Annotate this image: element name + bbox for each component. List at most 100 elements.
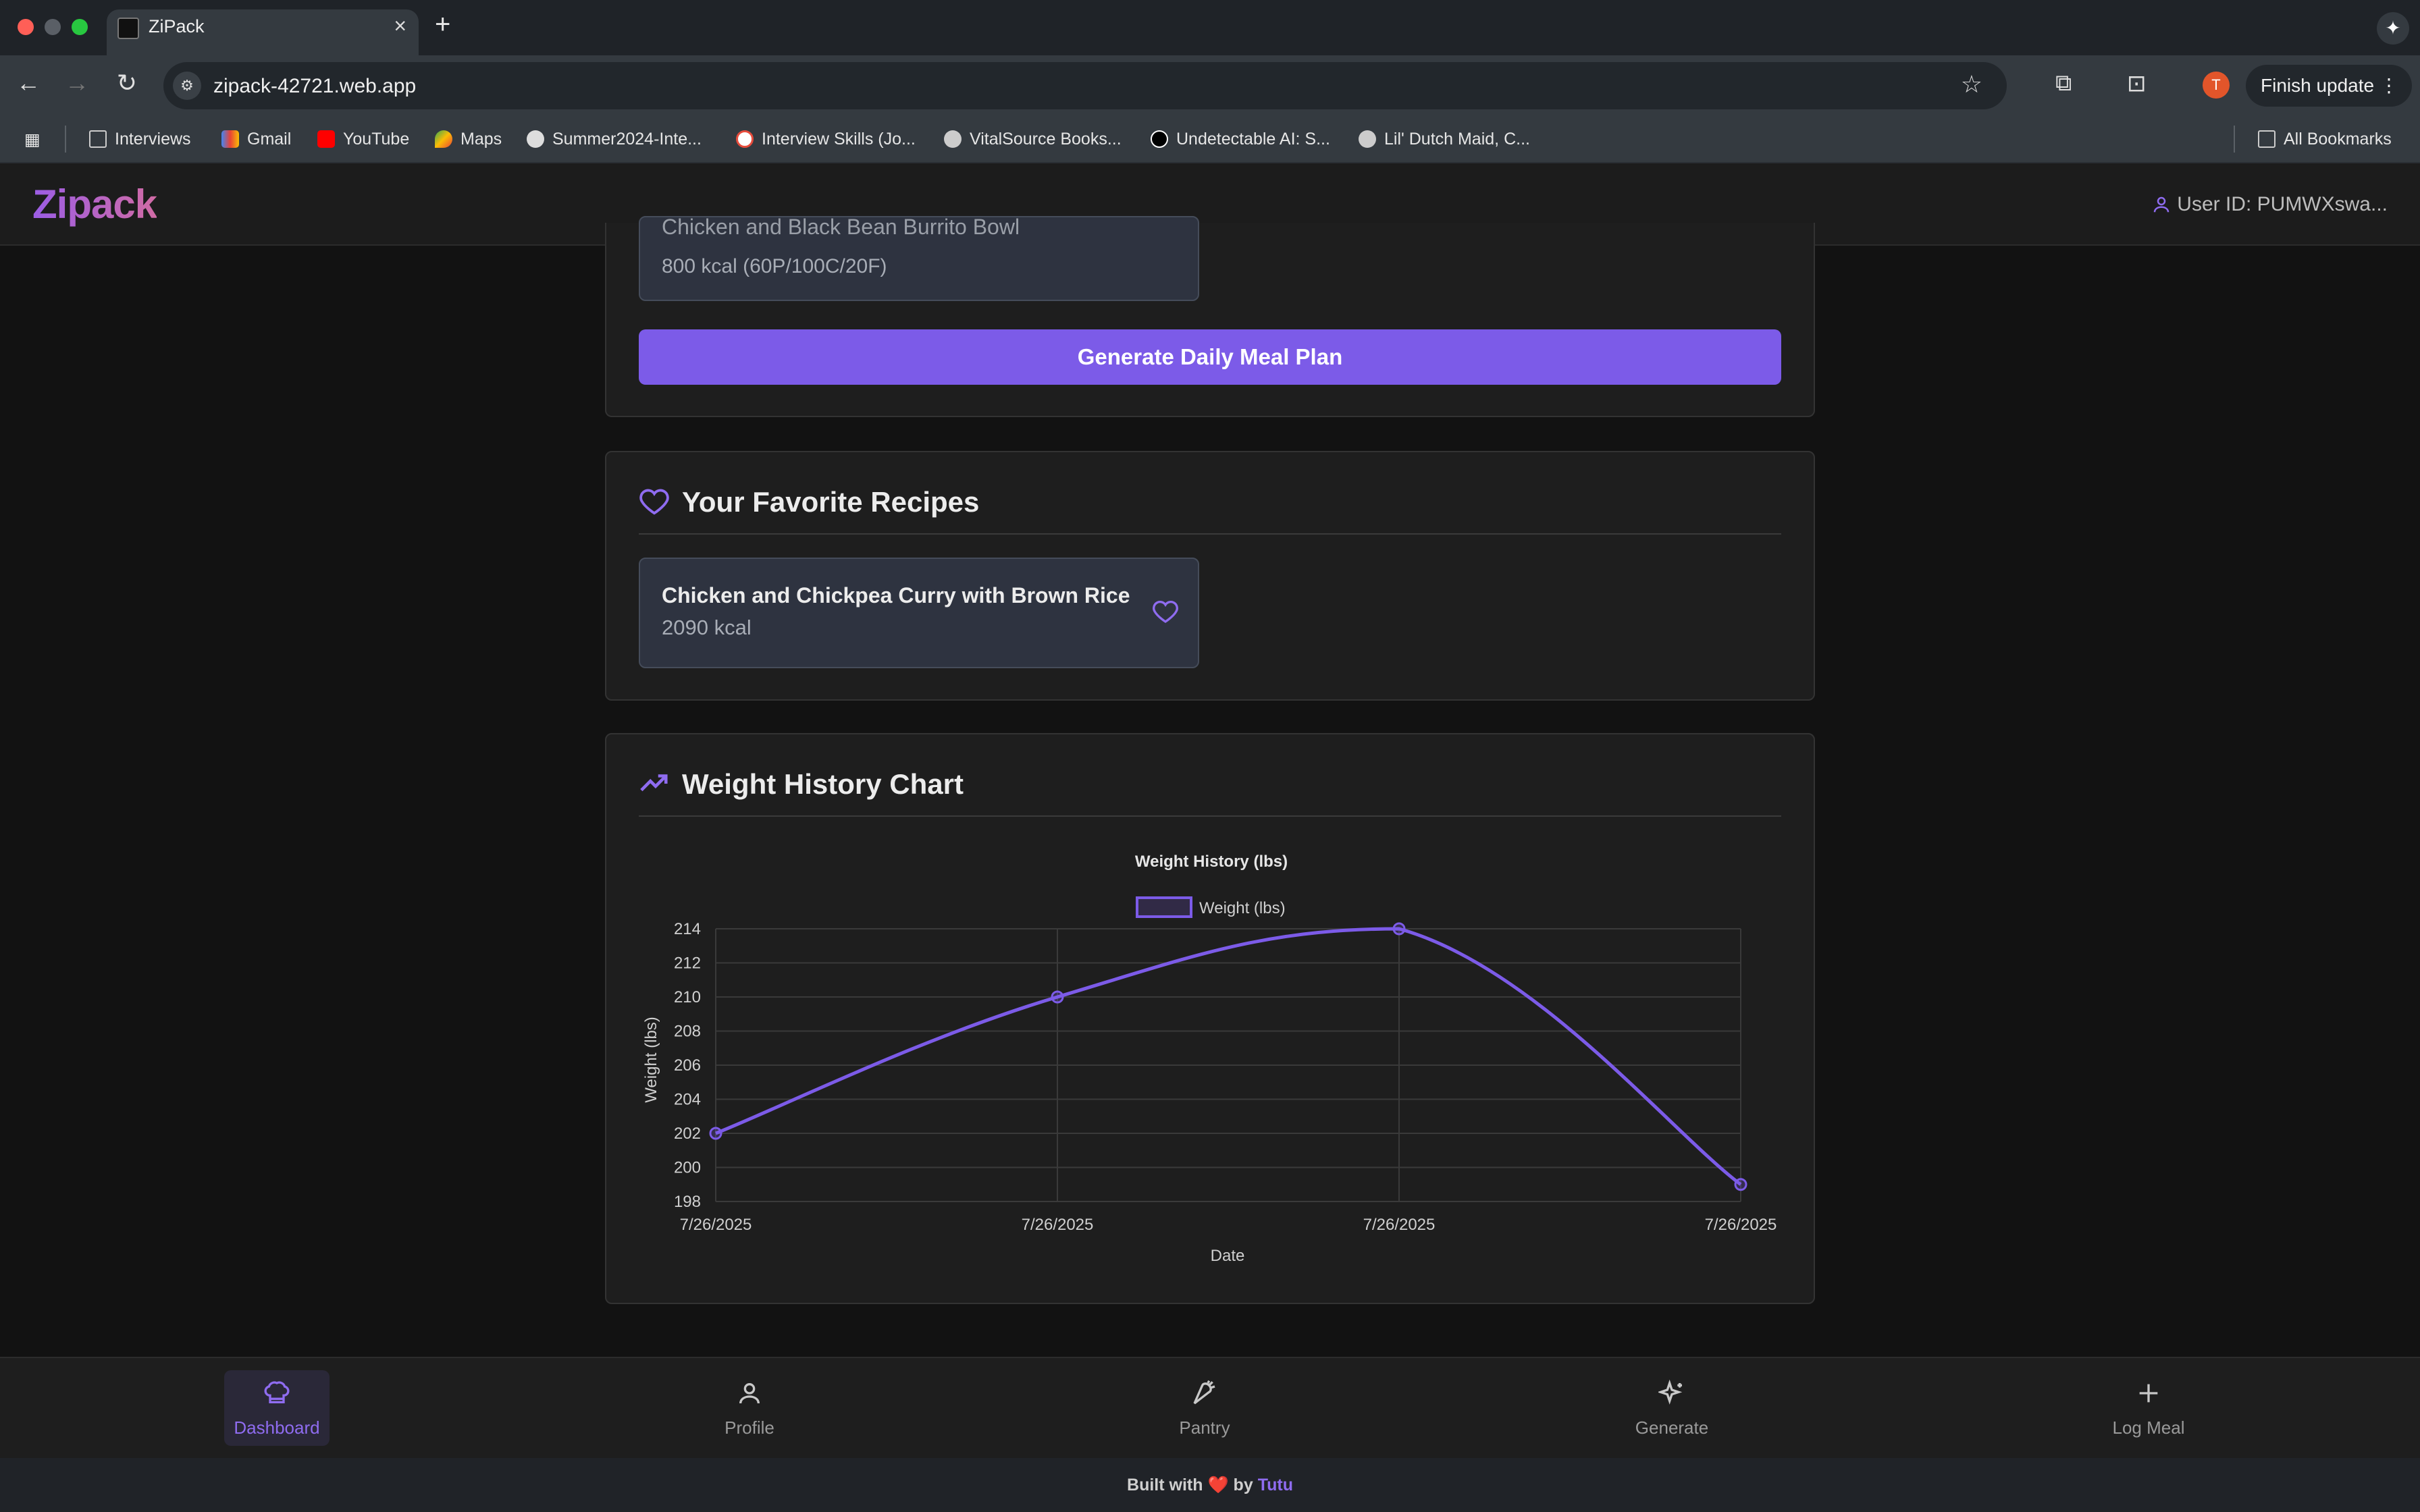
kebab-menu-icon[interactable]: ⋮ xyxy=(2379,65,2398,107)
gmail-icon xyxy=(221,130,239,148)
nav-profile[interactable]: Profile xyxy=(697,1370,802,1446)
y-tick-label: 206 xyxy=(674,1056,701,1075)
meal-kcal: 800 kcal (60P/100C/20F) xyxy=(662,255,887,277)
bookmark-star-icon[interactable]: ☆ xyxy=(1961,70,1982,99)
finish-update-button[interactable]: Finish update ⋮ xyxy=(2246,65,2412,107)
meal-name: Chicken and Black Bean Burrito Bowl xyxy=(662,215,1020,239)
bookmark-label: Lil' Dutch Maid, C... xyxy=(1384,130,1530,148)
data-point xyxy=(1051,990,1064,1004)
tab-search-icon[interactable]: ⊡ xyxy=(2127,70,2147,97)
browser-tab-bar: ZiPack × + ✦ xyxy=(0,0,2420,55)
profile-avatar[interactable]: T xyxy=(2203,72,2230,99)
folder-icon xyxy=(2258,130,2276,148)
browser-toolbar: ← → ↻ ⚙ zipack-42721.web.app ☆ ⧉ ⊡ T Fin… xyxy=(0,55,2420,116)
sparkles-icon xyxy=(1658,1380,1683,1405)
user-id: User ID: PUMWXswa... xyxy=(2151,193,2388,216)
new-tab-plus-icon[interactable]: + xyxy=(435,9,450,40)
section-divider xyxy=(639,533,1781,535)
x-tick-label: 7/26/2025 xyxy=(1363,1216,1436,1234)
legend-swatch xyxy=(1136,896,1192,918)
globe-icon xyxy=(944,130,962,148)
nav-label: Profile xyxy=(725,1418,774,1438)
bookmark-gmail[interactable]: Gmail xyxy=(221,130,291,149)
bookmark-interview-skills[interactable]: Interview Skills (Jo... xyxy=(736,130,916,149)
site-settings-icon[interactable]: ⚙ xyxy=(173,72,201,100)
all-bookmarks[interactable]: All Bookmarks xyxy=(2258,130,2392,149)
data-point xyxy=(1392,922,1406,936)
footer-by: by xyxy=(1233,1476,1253,1494)
bookmark-label: VitalSource Books... xyxy=(970,130,1122,148)
site-icon xyxy=(736,130,754,148)
finish-update-label: Finish update xyxy=(2261,75,2375,96)
y-tick-label: 212 xyxy=(674,954,701,973)
y-tick-label: 198 xyxy=(674,1193,701,1211)
bookmark-youtube[interactable]: YouTube xyxy=(317,130,409,149)
bookmark-label: YouTube xyxy=(343,130,410,148)
footer: Built with ❤️ by Tutu xyxy=(0,1458,2420,1512)
bookmark-maps[interactable]: Maps xyxy=(435,130,502,149)
nav-label: Dashboard xyxy=(234,1418,320,1438)
meal-tile[interactable]: Chicken and Black Bean Burrito Bowl 800 … xyxy=(639,215,1199,301)
extensions-puzzle-icon[interactable]: ⧉ xyxy=(2055,70,2072,97)
meal-plan-card: Chicken and Black Bean Burrito Bowl 800 … xyxy=(605,215,1815,417)
y-tick-label: 208 xyxy=(674,1023,701,1041)
unfavorite-heart-icon[interactable] xyxy=(1152,598,1179,625)
bookmark-vitalsource[interactable]: VitalSource Books... xyxy=(944,130,1122,149)
reload-icon[interactable]: ↻ xyxy=(111,69,143,97)
address-url[interactable]: zipack-42721.web.app xyxy=(213,75,416,98)
browser-tab-active[interactable]: ZiPack × xyxy=(107,9,419,55)
y-tick-label: 200 xyxy=(674,1159,701,1177)
forward-arrow-icon[interactable]: → xyxy=(61,69,93,97)
bookmark-lil-dutch-maid[interactable]: Lil' Dutch Maid, C... xyxy=(1359,130,1530,149)
nav-log-meal[interactable]: Log Meal xyxy=(2096,1370,2201,1446)
y-axis-label: Weight (lbs) xyxy=(642,1017,660,1103)
app-logo[interactable]: Zipack xyxy=(32,181,157,227)
data-point xyxy=(709,1127,722,1140)
y-tick-label: 214 xyxy=(674,920,701,938)
generate-meal-plan-button[interactable]: Generate Daily Meal Plan xyxy=(639,329,1781,385)
all-bookmarks-label: All Bookmarks xyxy=(2284,130,2392,148)
favorites-title: Your Favorite Recipes xyxy=(639,486,979,518)
bookmark-summer2024[interactable]: Summer2024-Inte... xyxy=(527,130,702,149)
bookmark-label: Interviews xyxy=(115,130,191,148)
user-id-text: User ID: PUMWXswa... xyxy=(2177,193,2388,215)
nav-label: Generate xyxy=(1635,1418,1709,1438)
bookmark-undetectable-ai[interactable]: Undetectable AI: S... xyxy=(1151,130,1330,149)
plus-icon xyxy=(2139,1384,2158,1403)
data-point xyxy=(1734,1178,1747,1191)
footer-prefix: Built with xyxy=(1127,1476,1203,1494)
nav-generate[interactable]: Generate xyxy=(1619,1370,1725,1446)
x-axis-label: Date xyxy=(1211,1247,1245,1265)
github-icon xyxy=(527,130,544,148)
y-tick-label: 210 xyxy=(674,988,701,1006)
tab-close-icon[interactable]: × xyxy=(394,14,406,38)
legend-label: Weight (lbs) xyxy=(1199,899,1286,917)
minimize-window-button[interactable] xyxy=(45,19,61,35)
recipe-kcal: 2090 kcal xyxy=(662,616,752,639)
weight-history-card: Weight History Chart Weight History (lbs… xyxy=(605,733,1815,1304)
user-icon xyxy=(739,1383,760,1404)
nav-pantry[interactable]: Pantry xyxy=(1152,1370,1257,1446)
globe-icon xyxy=(1359,130,1376,148)
address-bar[interactable]: ⚙ zipack-42721.web.app ☆ xyxy=(163,62,2007,109)
x-tick-label: 7/26/2025 xyxy=(1022,1216,1094,1234)
youtube-icon xyxy=(317,130,335,148)
carrot-icon xyxy=(1193,1380,1215,1405)
bookmark-interviews[interactable]: Interviews xyxy=(89,130,191,149)
apps-grid-icon[interactable]: ▦ xyxy=(24,130,41,150)
weight-line-chart: Weight History (lbs) Weight (lbs) 198 200… xyxy=(642,853,1777,1265)
back-arrow-icon[interactable]: ← xyxy=(12,69,45,97)
x-tick-label: 7/26/2025 xyxy=(1705,1216,1777,1234)
bookmark-label: Interview Skills (Jo... xyxy=(762,130,916,148)
heart-emoji-icon: ❤️ xyxy=(1207,1476,1229,1494)
favorite-recipes-card: Your Favorite Recipes Chicken and Chickp… xyxy=(605,451,1815,701)
close-window-button[interactable] xyxy=(18,19,34,35)
maximize-window-button[interactable] xyxy=(72,19,88,35)
user-icon xyxy=(2154,196,2169,213)
bookmarks-divider xyxy=(65,126,66,153)
nav-dashboard[interactable]: Dashboard xyxy=(224,1370,330,1446)
gemini-sparkle-icon[interactable]: ✦ xyxy=(2377,12,2409,45)
footer-author-link[interactable]: Tutu xyxy=(1258,1476,1293,1494)
favorite-recipe-item[interactable]: Chicken and Chickpea Curry with Brown Ri… xyxy=(639,558,1199,668)
nav-label: Log Meal xyxy=(2112,1418,2185,1438)
